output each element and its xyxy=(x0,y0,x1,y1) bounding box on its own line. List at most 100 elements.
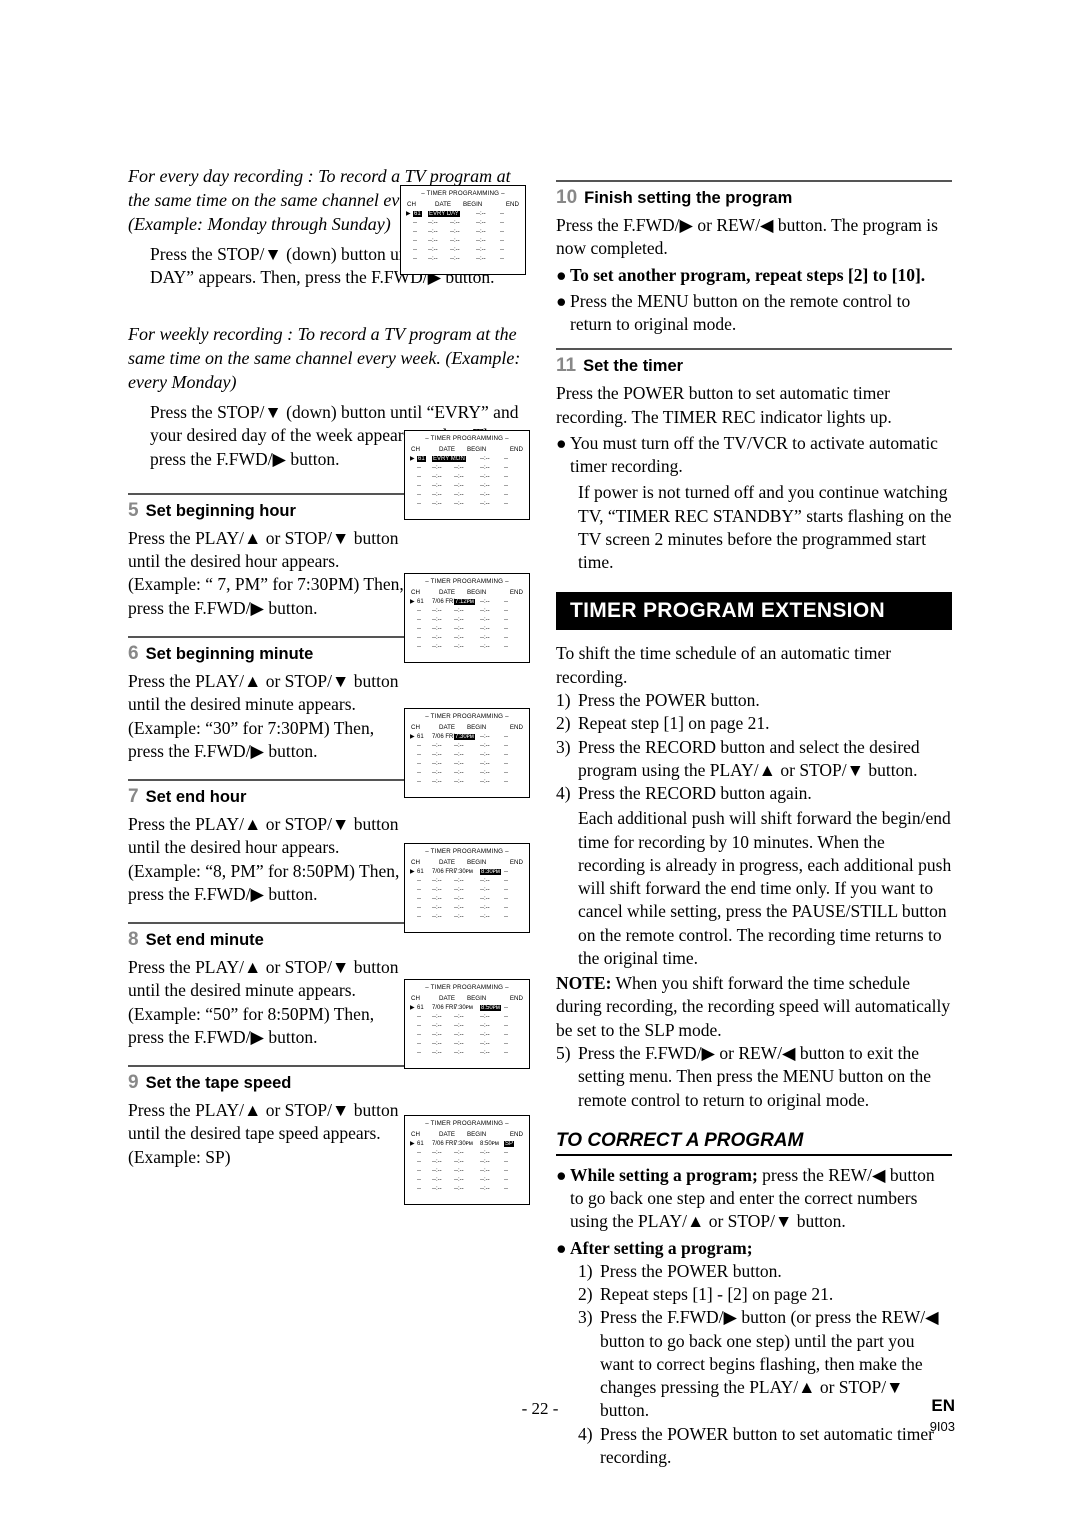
note-label: NOTE: xyxy=(556,973,612,994)
osd-cell-begin: 7:30ᴘᴍ xyxy=(454,869,473,875)
osd-screen-end-minute: – TIMER PROGRAMMING – CH DATE BEGIN END … xyxy=(404,979,530,1069)
osd-cell-begin: 7:30ᴘᴍ xyxy=(454,1005,473,1011)
osd-cell-ch: -- xyxy=(413,256,417,262)
osd-row: -- --:-- --:-- --:-- -- xyxy=(410,1031,524,1040)
osd-header-date: DATE xyxy=(439,1131,456,1138)
osd-cell-sp: -- xyxy=(504,617,508,623)
osd-cell-begin: --:-- xyxy=(450,247,460,253)
osd-row: -- --:-- --:-- --:-- -- xyxy=(410,1167,524,1176)
osd-header-end: END xyxy=(509,589,523,596)
osd-cell-ch: -- xyxy=(417,752,421,758)
osd-cell-sp: -- xyxy=(500,211,504,217)
osd-cell-end: --:-- xyxy=(480,635,490,641)
osd-cell-date: --:-- xyxy=(432,1023,442,1029)
osd-headers: CH DATE BEGIN END xyxy=(405,446,529,453)
osd-cell-end: --:-- xyxy=(480,878,490,884)
osd-row: -- --:-- --:-- --:-- -- xyxy=(410,1149,524,1158)
osd-cell-date: --:-- xyxy=(428,229,438,235)
osd-cell-ch: -- xyxy=(417,896,421,902)
osd-cell-sp: -- xyxy=(504,1186,508,1192)
osd-title: – TIMER PROGRAMMING – xyxy=(425,848,509,855)
step-7-label: Set end hour xyxy=(145,788,247,807)
osd-cell-sp: -- xyxy=(504,914,508,920)
osd-title: – TIMER PROGRAMMING – xyxy=(425,435,509,442)
osd-cell-begin: 7:30ᴘᴍ xyxy=(454,1141,473,1147)
osd-row: -- --:-- --:-- --:-- -- xyxy=(410,500,524,509)
osd-cell-begin: --:-- xyxy=(454,474,464,480)
timer-extension-intro: To shift the time schedule of an automat… xyxy=(556,643,892,687)
osd-cell-sp: -- xyxy=(504,1041,508,1047)
osd-cell-end: --:-- xyxy=(476,229,486,235)
step-8-number: 8 xyxy=(128,929,139,951)
osd-cell-end: --:-- xyxy=(480,1023,490,1029)
osd-cell-date: --:-- xyxy=(432,608,442,614)
osd-cell-sp: SP xyxy=(504,1141,515,1147)
osd-cell-date: --:-- xyxy=(432,752,442,758)
osd-cell-begin: --:-- xyxy=(450,238,460,244)
step-6-label: Set beginning minute xyxy=(145,645,314,664)
osd-row: -- --:-- --:-- --:-- -- xyxy=(410,625,524,634)
list-item-text: Press the POWER button. xyxy=(600,1260,782,1281)
osd-row: -- --:-- --:-- --:-- -- xyxy=(410,760,524,769)
osd-row: ▶ 61 EVRY DAY --:-- --:-- -- xyxy=(406,210,520,219)
bullet-dot: ● xyxy=(556,264,567,285)
osd-cell-begin: --:-- xyxy=(454,752,464,758)
osd-cell-begin: --:-- xyxy=(454,644,464,650)
list-item-text: Repeat step [1] on page 21. xyxy=(578,713,770,734)
list-item-number: 5) xyxy=(556,1042,571,1063)
osd-cell-ch: -- xyxy=(417,770,421,776)
osd-cell-date: --:-- xyxy=(432,779,442,785)
osd-cell-ch: -- xyxy=(417,743,421,749)
osd-cell-begin: --:-- xyxy=(454,887,464,893)
osd-cell-ch: -- xyxy=(417,1186,421,1192)
osd-rows: ▶ 61 EVRY MON --:-- --:-- -- -- --:-- --:-- --:-… xyxy=(405,455,529,509)
list-item-number: 1) xyxy=(578,1260,593,1281)
osd-cell-date: --:-- xyxy=(432,492,442,498)
osd-cell-ch: -- xyxy=(417,914,421,920)
osd-cell-end: --:-- xyxy=(480,1159,490,1165)
timer-extension-step-5: 5) Press the F.FWD/▶ or REW/◀ button to e… xyxy=(556,1042,952,1112)
osd-cell-ch: 61 xyxy=(417,734,424,740)
osd-cell-end: --:-- xyxy=(480,1032,490,1038)
osd-cell-sp: -- xyxy=(504,483,508,489)
step-8-label: Set end minute xyxy=(145,931,264,950)
osd-cell-date: --:-- xyxy=(432,1041,442,1047)
osd-header-date: DATE xyxy=(439,589,456,596)
osd-cell-begin: --:-- xyxy=(454,770,464,776)
osd-cell-end: --:-- xyxy=(480,501,490,507)
osd-cell-date: --:-- xyxy=(432,1150,442,1156)
osd-cell-begin: --:-- xyxy=(454,914,464,920)
osd-cell-end: --:-- xyxy=(480,492,490,498)
osd-cell-begin: --:-- xyxy=(454,626,464,632)
osd-cell-date: --:-- xyxy=(432,761,442,767)
osd-header-end: END xyxy=(509,724,523,731)
osd-row: -- --:-- --:-- --:-- -- xyxy=(410,491,524,500)
correct-program-steps: 1) Press the POWER button. 2) Repeat steps… xyxy=(578,1260,952,1469)
osd-row: -- --:-- --:-- --:-- -- xyxy=(410,778,524,787)
osd-cell-begin: --:-- xyxy=(454,743,464,749)
osd-cell-sp: -- xyxy=(504,1159,508,1165)
bullet-text: You must turn off the TV/VCR to activate… xyxy=(570,432,938,477)
osd-cell-date: --:-- xyxy=(432,1050,442,1056)
osd-header-begin: BEGIN xyxy=(463,201,483,208)
list-item-text: Press the POWER button. xyxy=(578,689,760,710)
osd-cell-begin: 7:30ᴘᴍ xyxy=(454,734,475,740)
osd-cell-date: 7/06 FRI xyxy=(432,1005,456,1011)
osd-row: -- --:-- --:-- --:-- -- xyxy=(406,246,520,255)
osd-cell-sp: -- xyxy=(500,229,504,235)
osd-headers: CH DATE BEGIN END xyxy=(405,995,529,1002)
osd-cell-ch: -- xyxy=(417,474,421,480)
list-item-number: 1) xyxy=(556,689,571,710)
osd-cell-ch: -- xyxy=(417,617,421,623)
osd-header-date: DATE xyxy=(439,995,456,1002)
osd-rows: ▶ 61 7/06 FRI 7:30ᴘᴍ --:-- -- -- --:-- --:-- --:… xyxy=(405,733,529,787)
step-5-body: Press the PLAY/▲ or STOP/▼ button until … xyxy=(128,527,404,618)
osd-cell-end: --:-- xyxy=(476,220,486,226)
osd-header-end: END xyxy=(505,201,519,208)
osd-cell-end: --:-- xyxy=(480,1150,490,1156)
osd-cell-sp: -- xyxy=(504,1005,508,1011)
bullet-dot: ● xyxy=(556,290,567,311)
osd-row: -- --:-- --:-- --:-- -- xyxy=(410,769,524,778)
osd-cell-end: --:-- xyxy=(480,617,490,623)
osd-row: -- --:-- --:-- --:-- -- xyxy=(410,616,524,625)
